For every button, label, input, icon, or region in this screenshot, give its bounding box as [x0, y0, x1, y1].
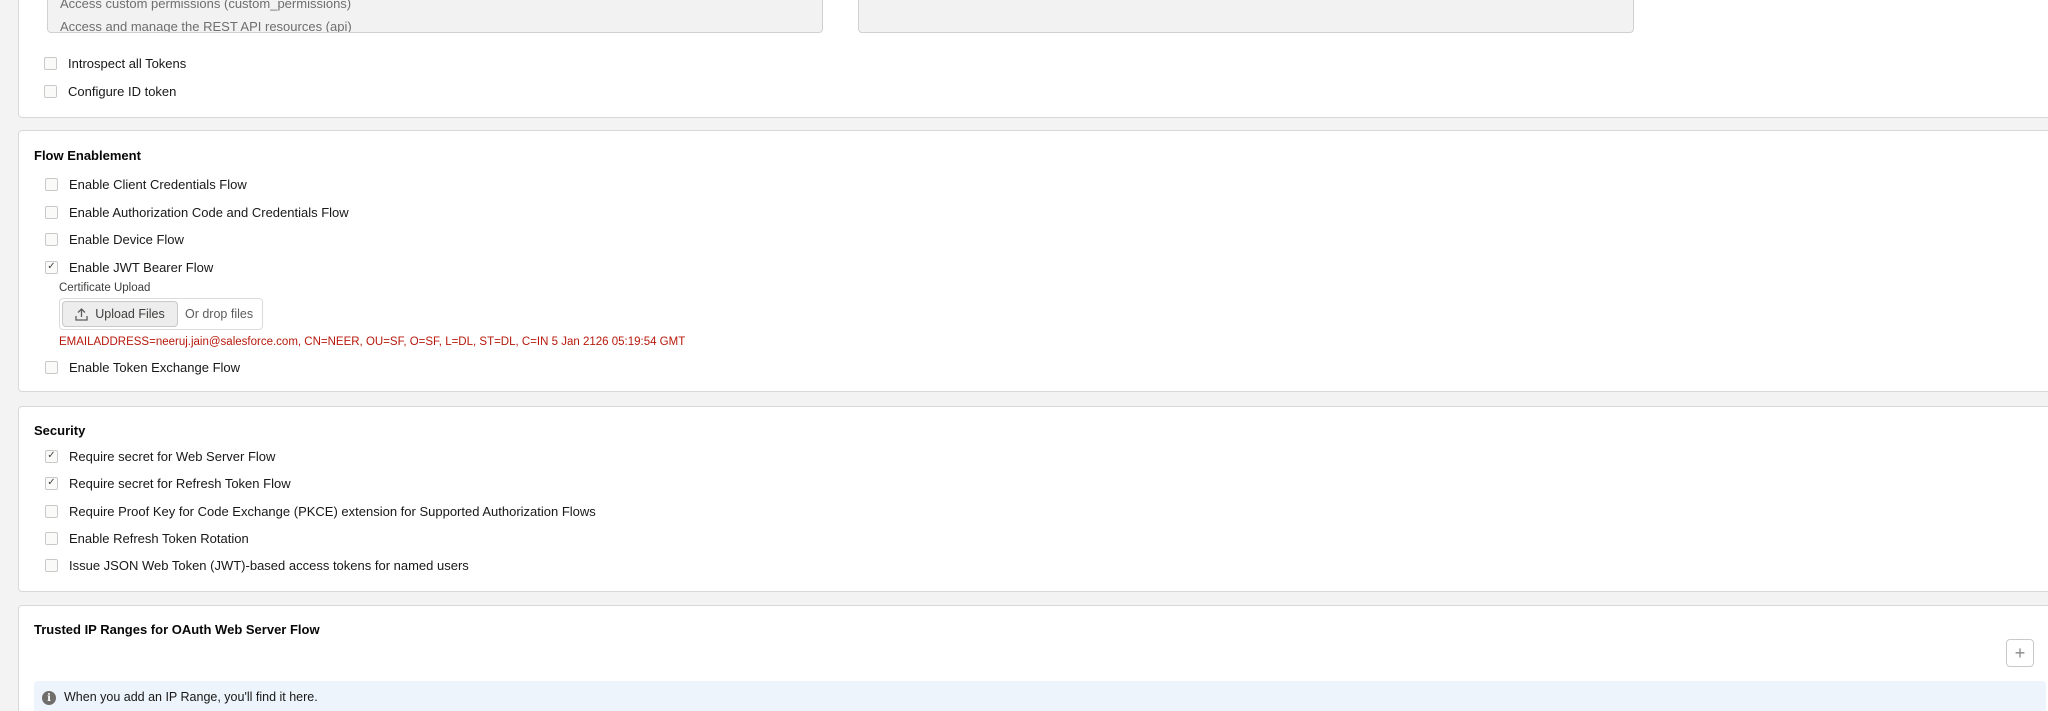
- checkbox-box[interactable]: [45, 558, 58, 572]
- checkbox-label: Enable Token Exchange Flow: [69, 359, 241, 375]
- checkbox-label: Enable Device Flow: [69, 231, 184, 247]
- refresh-token-secret-checkbox[interactable]: ✓ Require secret for Refresh Token Flow: [45, 473, 291, 493]
- checkbox-label: Enable Refresh Token Rotation: [69, 530, 249, 546]
- certificate-dropzone[interactable]: Upload Files Or drop files: [59, 298, 263, 330]
- client-credentials-flow-checkbox[interactable]: Enable Client Credentials Flow: [45, 174, 247, 194]
- checkbox-checked-box[interactable]: ✓: [45, 449, 58, 463]
- security-card: Security ✓ Require secret for Web Server…: [18, 406, 2048, 592]
- configure-id-token-checkbox[interactable]: Configure ID token: [44, 81, 176, 101]
- device-flow-checkbox[interactable]: Enable Device Flow: [45, 229, 184, 249]
- checkbox-checked-box[interactable]: ✓: [45, 260, 58, 274]
- upload-button-label: Upload Files: [95, 307, 165, 321]
- plus-icon: +: [2014, 642, 2026, 663]
- checkbox-box[interactable]: [45, 232, 58, 246]
- checkbox-box[interactable]: [44, 84, 57, 98]
- pkce-checkbox[interactable]: Require Proof Key for Code Exchange (PKC…: [45, 501, 596, 521]
- available-scopes-list[interactable]: Access custom permissions (custom_permis…: [47, 0, 823, 33]
- scope-option[interactable]: Access and manage the REST API resources…: [60, 19, 352, 32]
- empty-state-message: When you add an IP Range, you'll find it…: [64, 690, 318, 704]
- upload-files-button[interactable]: Upload Files: [62, 301, 178, 327]
- scope-option[interactable]: Access custom permissions (custom_permis…: [60, 0, 351, 11]
- certificate-details: EMAILADDRESS=neeruj.jain@salesforce.com,…: [59, 336, 686, 348]
- checkbox-checked-box[interactable]: ✓: [45, 476, 58, 490]
- checkbox-label: Enable JWT Bearer Flow: [69, 259, 214, 275]
- section-title: Security: [34, 423, 86, 438]
- jwt-bearer-flow-checkbox[interactable]: ✓ Enable JWT Bearer Flow: [45, 257, 213, 277]
- web-server-secret-checkbox[interactable]: ✓ Require secret for Web Server Flow: [45, 446, 275, 466]
- empty-state-banner: i When you add an IP Range, you'll find …: [34, 681, 2046, 711]
- checkbox-box[interactable]: [45, 360, 58, 374]
- checkbox-label: Issue JSON Web Token (JWT)-based access …: [69, 557, 469, 573]
- checkbox-label: Configure ID token: [68, 83, 177, 99]
- checkbox-box[interactable]: [45, 177, 58, 191]
- checkbox-label: Require secret for Web Server Flow: [69, 448, 276, 464]
- checkbox-label: Introspect all Tokens: [68, 55, 187, 71]
- token-exchange-flow-checkbox[interactable]: Enable Token Exchange Flow: [45, 357, 240, 377]
- info-icon: i: [42, 691, 56, 705]
- checkbox-label: Enable Client Credentials Flow: [69, 176, 247, 192]
- certificate-upload-label: Certificate Upload: [59, 282, 151, 294]
- trusted-ip-card: Trusted IP Ranges for OAuth Web Server F…: [18, 605, 2048, 711]
- auth-code-credentials-flow-checkbox[interactable]: Enable Authorization Code and Credential…: [45, 202, 349, 222]
- add-ip-range-button[interactable]: +: [2006, 639, 2034, 667]
- connected-app-oauth-settings: Access custom permissions (custom_permis…: [0, 0, 2048, 711]
- checkbox-box[interactable]: [45, 504, 58, 518]
- upload-icon: [75, 307, 88, 321]
- drop-files-text: Or drop files: [185, 307, 254, 321]
- introspect-tokens-checkbox[interactable]: Introspect all Tokens: [44, 53, 186, 73]
- jwt-access-tokens-checkbox[interactable]: Issue JSON Web Token (JWT)-based access …: [45, 555, 469, 575]
- checkbox-box[interactable]: [45, 205, 58, 219]
- checkbox-label: Require Proof Key for Code Exchange (PKC…: [69, 503, 596, 519]
- checkbox-label: Enable Authorization Code and Credential…: [69, 204, 349, 220]
- checkbox-label: Require secret for Refresh Token Flow: [69, 475, 291, 491]
- section-title: Trusted IP Ranges for OAuth Web Server F…: [34, 622, 320, 637]
- checkbox-box[interactable]: [45, 531, 58, 545]
- checkbox-box[interactable]: [44, 56, 57, 70]
- flow-enablement-card: Flow Enablement Enable Client Credential…: [18, 130, 2048, 392]
- refresh-token-rotation-checkbox[interactable]: Enable Refresh Token Rotation: [45, 528, 249, 548]
- selected-scopes-list[interactable]: [858, 0, 1634, 33]
- section-title: Flow Enablement: [34, 148, 141, 163]
